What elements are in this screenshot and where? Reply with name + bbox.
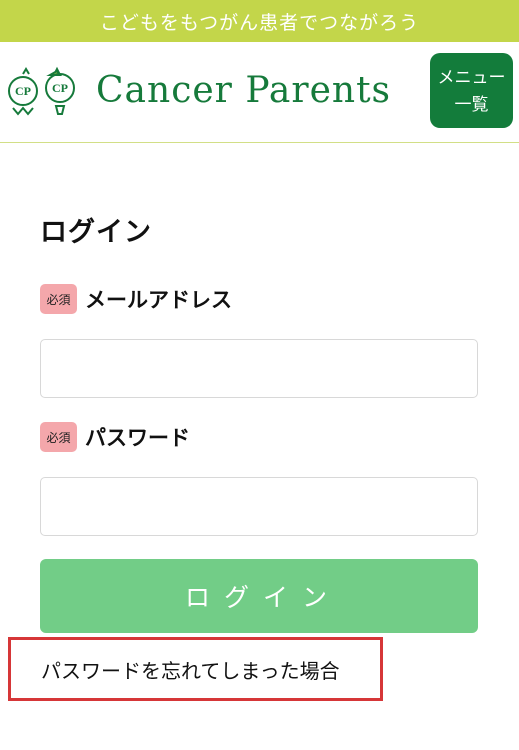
banner-tagline: こどもをもつがん患者でつながろう	[99, 11, 420, 34]
forgot-password-highlight: パスワードを忘れてしまった場合	[8, 637, 383, 701]
email-field[interactable]	[40, 339, 478, 398]
forgot-password-link[interactable]: パスワードを忘れてしまった場合	[41, 655, 340, 684]
logo-wordmark: Cancer Parents	[96, 70, 392, 111]
required-badge: 必須	[40, 422, 77, 452]
email-label: 必須 メールアドレス	[40, 284, 232, 314]
login-button[interactable]: ログイン	[40, 559, 478, 633]
password-field[interactable]	[40, 477, 478, 536]
password-label: 必須 パスワード	[40, 422, 190, 452]
top-banner: こどもをもつがん患者でつながろう	[0, 0, 519, 42]
menu-list-button[interactable]: メニュー一覧	[430, 53, 513, 128]
cancer-parents-logo-icon: CP CP	[8, 66, 75, 116]
required-badge: 必須	[40, 284, 77, 314]
site-header: CP CP Cancer Parents メニュー一覧	[0, 42, 519, 143]
svg-text:CP: CP	[52, 81, 68, 95]
email-label-text: メールアドレス	[85, 288, 232, 312]
password-label-text: パスワード	[85, 426, 190, 450]
page-title: ログイン	[40, 217, 152, 248]
site-logo[interactable]: CP CP Cancer Parents	[4, 62, 391, 120]
svg-text:CP: CP	[15, 84, 31, 98]
